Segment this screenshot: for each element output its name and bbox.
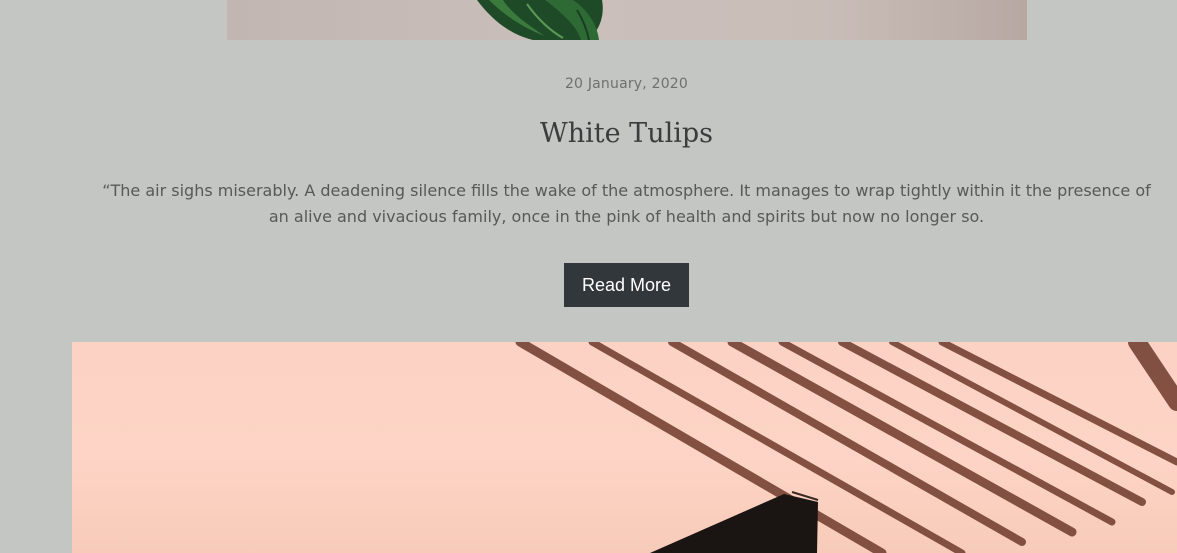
post-title[interactable]: White Tulips — [0, 118, 1177, 149]
plant-photo-art — [477, 0, 603, 40]
blog-page: 20 January, 2020 White Tulips “The air s… — [0, 0, 1177, 553]
post-date: 20 January, 2020 — [564, 76, 689, 92]
palm-shadow-photo-art — [515, 342, 1177, 553]
read-more-button[interactable]: Read More — [564, 263, 689, 307]
post-excerpt: “The air sighs miserably. A deadening si… — [102, 181, 1151, 226]
post-image-palm-shadow[interactable] — [72, 342, 1177, 553]
post-image-plant[interactable] — [227, 0, 1027, 40]
